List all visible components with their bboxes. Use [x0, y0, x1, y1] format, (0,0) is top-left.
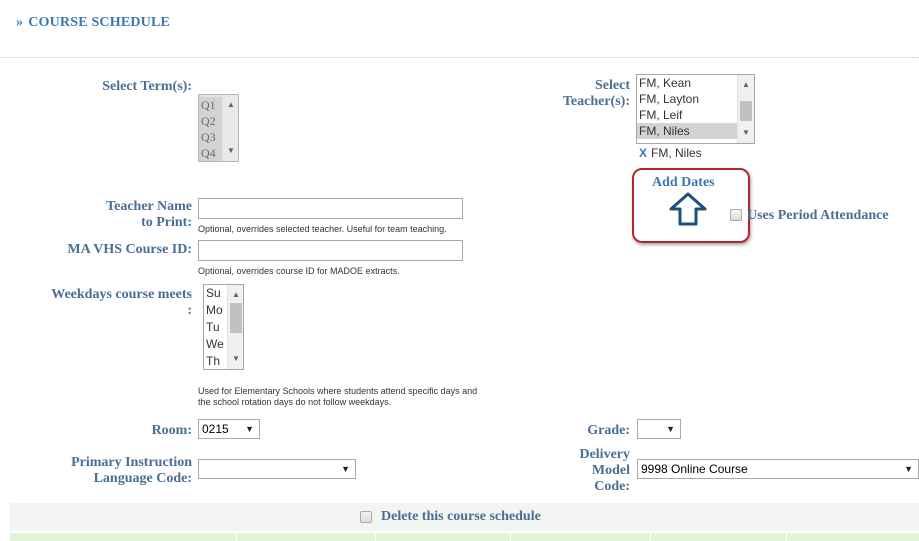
scroll-down-icon[interactable]: ▼ [223, 143, 238, 159]
room-label: Room: [151, 423, 192, 438]
double-chevron-icon: » [16, 15, 24, 30]
teacher-name-label-line1: Teacher Name [106, 199, 192, 214]
delete-schedule-checkbox[interactable] [360, 511, 372, 523]
teachers-label-line1: Select [595, 78, 630, 93]
chevron-down-icon: ▼ [245, 424, 254, 434]
weekdays-label: Weekdays course meets : [10, 287, 192, 319]
terms-listbox[interactable]: Q1 Q2 Q3 Q4 ▲ ▼ [198, 94, 239, 162]
scroll-down-icon[interactable]: ▼ [228, 351, 243, 367]
scroll-down-icon[interactable]: ▼ [738, 125, 754, 141]
delivery-label: Delivery Model Code: [540, 447, 630, 495]
chevron-down-icon: ▼ [904, 464, 913, 474]
language-label: Primary Instruction Language Code: [20, 455, 192, 487]
teachers-label: Select Teacher(s): [500, 78, 630, 110]
remove-teacher-icon[interactable]: X [639, 146, 647, 160]
teacher-name-hint: Optional, overrides selected teacher. Us… [198, 224, 447, 234]
language-label-line2: Language Code: [93, 471, 192, 486]
selected-teacher: X FM, Niles [639, 146, 702, 160]
course-id-input[interactable] [198, 240, 463, 261]
chevron-down-icon: ▼ [666, 424, 675, 434]
delivery-label-line2: Model [591, 463, 630, 478]
weekdays-hint-line1: Used for Elementary Schools where studen… [198, 386, 478, 396]
weekdays-hint: Used for Elementary Schools where studen… [198, 386, 477, 408]
teachers-label-line2: Teacher(s): [562, 94, 630, 109]
course-id-hint: Optional, overrides course ID for MADOE … [198, 266, 400, 276]
delivery-label-line3: Code: [594, 479, 630, 494]
weekdays-label-line2: : [187, 303, 192, 318]
scroll-up-icon[interactable]: ▲ [223, 97, 238, 113]
section-title: » COURSE SCHEDULE [16, 15, 170, 31]
course-id-label: MA VHS Course ID: [67, 242, 192, 257]
uses-period-attendance-label: Uses Period Attendance [747, 208, 889, 223]
language-select[interactable]: ▼ [198, 459, 356, 479]
delivery-select-value: 9998 Online Course [641, 462, 748, 476]
teachers-scrollbar[interactable]: ▲ ▼ [737, 75, 754, 143]
arrow-up-icon [669, 192, 707, 226]
table-header-strip [10, 533, 919, 541]
weekdays-scrollbar[interactable]: ▲ ▼ [227, 285, 243, 369]
scroll-up-icon[interactable]: ▲ [738, 77, 754, 93]
scroll-thumb[interactable] [740, 101, 752, 121]
delivery-label-line1: Delivery [579, 447, 630, 462]
uses-period-attendance-checkbox[interactable] [730, 209, 742, 221]
terms-label: Select Term(s): [102, 79, 192, 94]
delivery-select[interactable]: 9998 Online Course ▼ [637, 459, 919, 479]
teacher-name-label: Teacher Name to Print: [30, 199, 192, 231]
room-select[interactable]: 0215 ▼ [198, 419, 260, 439]
terms-scrollbar[interactable]: ▲ ▼ [222, 95, 238, 161]
teacher-name-label-line2: to Print: [141, 215, 192, 230]
section-title-text: COURSE SCHEDULE [28, 15, 171, 30]
scroll-up-icon[interactable]: ▲ [228, 287, 243, 303]
selected-teacher-name: FM, Niles [651, 146, 702, 160]
teachers-listbox[interactable]: FM, Kean FM, Layton FM, Leif FM, Niles ▲… [636, 74, 755, 144]
weekdays-hint-line2: the school rotation days do not follow w… [198, 397, 392, 407]
add-dates-link[interactable]: Add Dates [652, 175, 715, 191]
weekdays-listbox[interactable]: Su Mo Tu We Th ▲ ▼ [203, 284, 244, 370]
language-label-line1: Primary Instruction [71, 455, 192, 470]
delete-schedule-label: Delete this course schedule [381, 509, 541, 524]
grade-label: Grade: [587, 423, 630, 438]
grade-select[interactable]: ▼ [637, 419, 681, 439]
room-select-value: 0215 [202, 422, 229, 436]
section-header: » COURSE SCHEDULE [0, 0, 919, 58]
scroll-thumb[interactable] [230, 303, 242, 333]
teacher-name-input[interactable] [198, 198, 463, 219]
chevron-down-icon: ▼ [341, 464, 350, 474]
weekdays-label-line1: Weekdays course meets [51, 287, 192, 302]
